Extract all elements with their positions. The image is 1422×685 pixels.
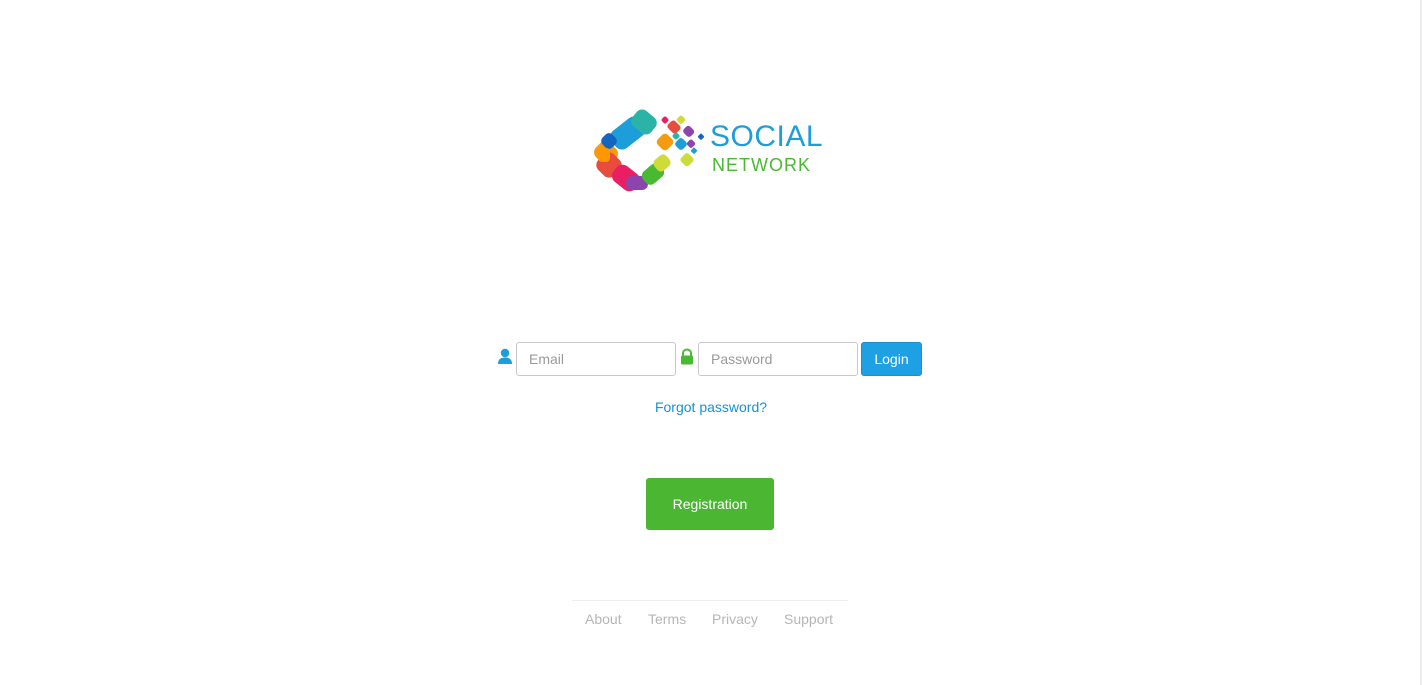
- password-input[interactable]: [698, 342, 858, 376]
- login-page: SOCIAL NETWORK Login Forgot password? Re…: [0, 0, 1422, 685]
- user-icon: [498, 348, 512, 364]
- login-form: Login: [496, 342, 926, 376]
- forgot-password-link[interactable]: Forgot password?: [655, 399, 767, 415]
- logo-text-social: SOCIAL: [710, 120, 824, 153]
- forgot-password-row: Forgot password?: [0, 398, 1422, 416]
- email-input[interactable]: [516, 342, 676, 376]
- logo-mark-icon: [594, 109, 705, 192]
- login-button[interactable]: Login: [861, 342, 922, 376]
- footer-nav: About Terms Privacy Support: [572, 610, 848, 630]
- footer-link-support[interactable]: Support: [784, 610, 833, 628]
- registration-button[interactable]: Registration: [646, 478, 774, 530]
- lock-icon: [681, 348, 693, 365]
- brand-logo: SOCIAL NETWORK: [592, 108, 832, 198]
- logo-text-network: NETWORK: [712, 155, 811, 175]
- footer-link-about[interactable]: About: [585, 610, 622, 628]
- footer-link-terms[interactable]: Terms: [648, 610, 686, 628]
- footer-divider: [572, 600, 848, 601]
- footer-link-privacy[interactable]: Privacy: [712, 610, 758, 628]
